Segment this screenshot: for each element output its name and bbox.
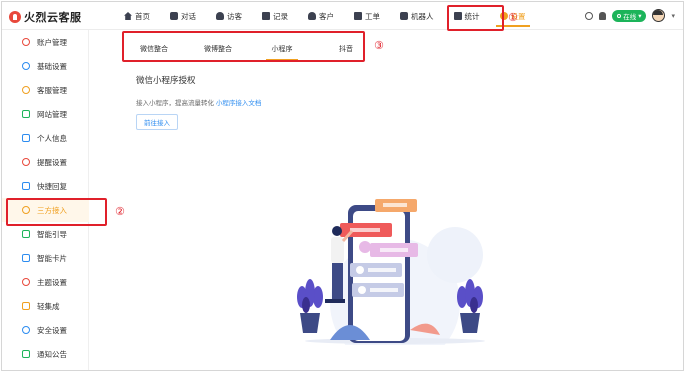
nav-label: 记录	[273, 11, 288, 21]
bell-icon[interactable]	[599, 11, 607, 20]
sidebar-item-label: 智能卡片	[37, 253, 67, 263]
annotation-three: ③	[374, 39, 384, 52]
grid-icon	[22, 110, 30, 118]
shield-icon	[22, 326, 30, 334]
nav-label: 对话	[181, 11, 196, 21]
description-text: 接入小程序，提高流量转化	[136, 100, 214, 107]
go-integrate-button[interactable]: 前往接入	[136, 114, 178, 130]
sidebar-item-label: 基础设置	[37, 61, 67, 71]
nav-item-visitor[interactable]: 访客	[206, 2, 252, 30]
doc-link[interactable]: 小程序接入文档	[216, 100, 262, 107]
nav-label: 首页	[135, 11, 150, 21]
highlight-box-tabs	[122, 31, 365, 62]
sidebar-item-notices[interactable]: 通知公告	[2, 342, 89, 366]
basic-settings-icon	[22, 62, 30, 70]
nav-label: 工单	[365, 11, 380, 21]
account-icon	[22, 38, 30, 46]
sidebar-item-security[interactable]: 安全设置	[2, 318, 89, 342]
app-window: 火烈云客服 首页 对话 访客 记录 客户 工单 机器人 统计 设置 在线 ▾ ▾ …	[1, 1, 684, 371]
nav-label: 机器人	[411, 11, 434, 21]
message-icon	[22, 182, 30, 190]
sidebar-item-label: 个人信息	[37, 133, 67, 143]
sidebar-item-quick-reply[interactable]: 快捷回复	[2, 174, 89, 198]
flame-logo-icon	[9, 11, 21, 23]
annotation-two: ②	[115, 205, 125, 218]
nav-label: 客户	[319, 11, 334, 21]
integration-icon	[22, 302, 30, 310]
nav-item-ticket[interactable]: 工单	[344, 2, 390, 30]
sidebar-item-smart-card[interactable]: 智能卡片	[2, 246, 89, 270]
record-icon	[262, 12, 270, 20]
logo-text: 火烈云客服	[24, 12, 82, 24]
highlight-box-third-party	[6, 198, 107, 226]
headset-icon	[22, 86, 30, 94]
nav-item-home[interactable]: 首页	[114, 2, 160, 30]
highlight-box-settings	[447, 5, 504, 31]
sidebar-item-sites[interactable]: 网站管理	[2, 102, 89, 126]
sidebar-item-label: 提醒设置	[37, 157, 67, 167]
sidebar-item-label: 轻集成	[37, 301, 60, 311]
chevron-down-icon: ▾	[638, 12, 642, 20]
sidebar-item-label: 网站管理	[37, 109, 67, 119]
home-icon	[124, 12, 132, 20]
annotation-one: ①	[508, 11, 518, 24]
sidebar-item-label: 账户管理	[37, 37, 67, 47]
sidebar-item-basic[interactable]: 基础设置	[2, 54, 89, 78]
logo[interactable]: 火烈云客服	[9, 9, 82, 25]
sidebar-item-profile[interactable]: 个人信息	[2, 126, 89, 150]
guide-icon	[22, 230, 30, 238]
chat-icon	[170, 12, 178, 20]
section-title: 微信小程序授权	[136, 75, 196, 85]
card-icon	[22, 254, 30, 262]
theme-icon	[22, 278, 30, 286]
headset-icon[interactable]	[585, 11, 594, 20]
sidebar-item-label: 客服管理	[37, 85, 67, 95]
nav-item-robot[interactable]: 机器人	[390, 2, 444, 30]
avatar[interactable]	[652, 9, 666, 22]
sidebar-item-theme[interactable]: 主题设置	[2, 270, 89, 294]
mini-program-illustration	[297, 199, 485, 345]
sidebar-item-light-integration[interactable]: 轻集成	[2, 294, 89, 318]
profile-icon	[22, 134, 30, 142]
main-content: 微信整合 微博整合 小程序 抖音 微信小程序授权 接入小程序，提高流量转化 小程…	[90, 30, 683, 370]
reminder-icon	[22, 158, 30, 166]
sidebar-item-account[interactable]: 账户管理	[2, 30, 89, 54]
sidebar-item-label: 主题设置	[37, 277, 67, 287]
sidebar-item-reminders[interactable]: 提醒设置	[2, 150, 89, 174]
sidebar-item-label: 安全设置	[37, 325, 67, 335]
sidebar-item-agents[interactable]: 客服管理	[2, 78, 89, 102]
sidebar-item-label: 通知公告	[37, 349, 67, 359]
top-navbar: 火烈云客服 首页 对话 访客 记录 客户 工单 机器人 统计 设置 在线 ▾ ▾	[2, 2, 683, 30]
ticket-icon	[354, 12, 362, 20]
customer-icon	[308, 12, 316, 20]
chevron-down-icon[interactable]: ▾	[671, 12, 675, 20]
nav-label: 访客	[227, 11, 242, 21]
visitor-icon	[216, 12, 224, 20]
sidebar-item-label: 快捷回复	[37, 181, 67, 191]
online-status-toggle[interactable]: 在线 ▾	[612, 9, 647, 22]
robot-icon	[400, 12, 408, 20]
section-description: 接入小程序，提高流量转化 小程序接入文档	[136, 97, 261, 107]
top-right-tools: 在线 ▾ ▾	[585, 9, 675, 22]
sidebar-item-label: 智能引导	[37, 229, 67, 239]
status-dot-icon	[617, 13, 622, 18]
nav-item-chat[interactable]: 对话	[160, 2, 206, 30]
status-label: 在线	[623, 13, 637, 21]
notice-icon	[22, 350, 30, 358]
nav-item-customer[interactable]: 客户	[298, 2, 344, 30]
nav-item-record[interactable]: 记录	[252, 2, 298, 30]
